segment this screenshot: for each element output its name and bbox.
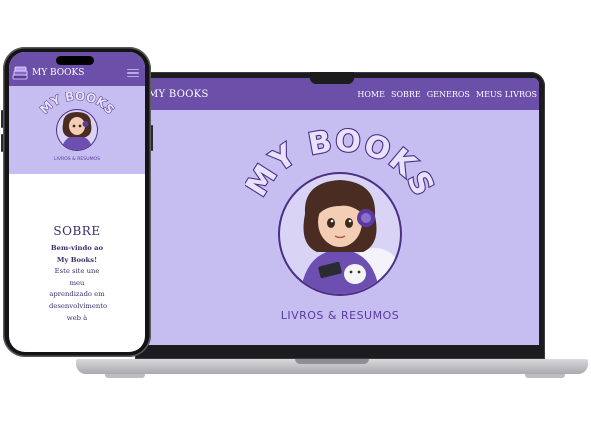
laptop-camera-notch [310,72,354,84]
girl-reading-avatar-icon [280,174,400,294]
about-text: Bem-vindo ao My Books! Este site une meu… [49,243,108,324]
mobile-brand[interactable]: MY BOOKS [32,68,127,78]
phone-screen: MY BOOKS MY BOOKS LIVROS & RESUMOS SOBRE… [9,52,145,352]
girl-reading-avatar-icon [57,110,97,150]
mobile-hero: MY BOOKS LIVROS & RESUMOS [9,86,145,174]
laptop-screen: MY BOOKS HOME SOBRE GENEROS MEUS LIVROS … [142,78,539,345]
phone-dynamic-island [56,56,94,65]
phone-power-button [151,125,153,151]
hamburger-menu-icon[interactable] [127,68,139,78]
logo-subtitle-small: LIVROS & RESUMOS [54,156,100,162]
nav-link-generos[interactable]: GENEROS [427,90,470,99]
about-section: SOBRE Bem-vindo ao My Books! Este site u… [9,224,145,324]
about-title: SOBRE [53,224,101,238]
laptop-trackpad-lip [295,359,369,364]
about-text-bold: Bem-vindo ao My Books! [50,244,104,264]
laptop-foot-right [525,374,565,378]
logo-subtitle: LIVROS & RESUMOS [281,309,400,322]
nav-links: HOME SOBRE GENEROS MEUS LIVROS [357,90,537,99]
my-books-logo-small: MY BOOKS LIVROS & RESUMOS [37,92,117,162]
my-books-logo: MY BOOKS LIVROS & RESUMOS [245,124,435,322]
books-logo-icon[interactable] [11,64,29,82]
site-brand[interactable]: MY BOOKS [148,89,209,100]
about-text-body: Este site une meu aprendizado em desenvo… [49,267,108,322]
nav-link-home[interactable]: HOME [357,90,385,99]
laptop-foot-left [105,374,145,378]
nav-link-sobre[interactable]: SOBRE [391,90,421,99]
nav-link-meus-livros[interactable]: MEUS LIVROS [476,90,537,99]
